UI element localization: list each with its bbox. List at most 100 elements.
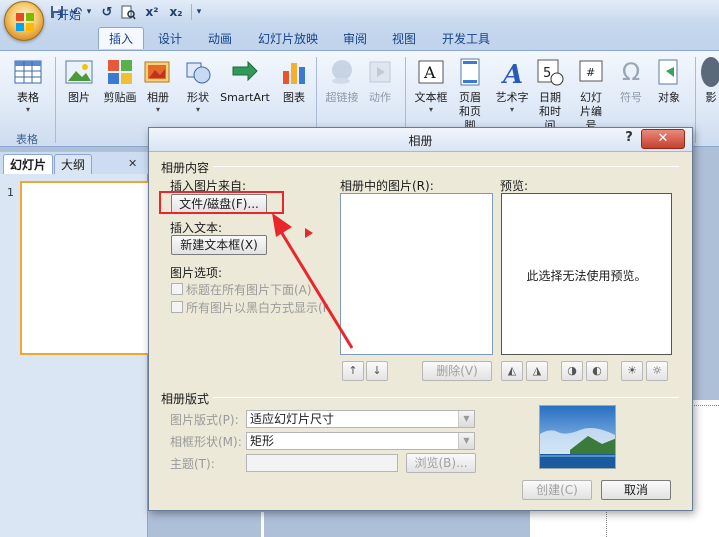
smartart-button-label: SmartArt: [220, 91, 270, 104]
header-footer-icon: [460, 58, 480, 86]
preview-message: 此选择无法使用预览。: [526, 269, 647, 283]
redo-icon[interactable]: ↺: [98, 3, 116, 21]
action-button-label: 动作: [369, 91, 391, 104]
contrast-down-icon[interactable]: ◐: [586, 361, 608, 381]
picture-button-label: 图片: [68, 91, 90, 104]
picture-button[interactable]: 图片: [57, 57, 101, 105]
picture-layout-value: 适应幻灯片尺寸: [250, 412, 335, 426]
object-button[interactable]: 对象: [647, 57, 691, 105]
chevron-down-icon: ▼: [458, 411, 474, 427]
rotate-left-icon[interactable]: ◭: [501, 361, 523, 381]
slide-number-button[interactable]: # 幻灯片编号: [570, 57, 612, 133]
wordart-button[interactable]: A 艺术字 ▾: [490, 57, 534, 115]
theme-input[interactable]: [246, 454, 398, 472]
tab-developer[interactable]: 开发工具: [432, 28, 500, 50]
contrast-up-icon[interactable]: ◑: [561, 361, 583, 381]
black-white-checkbox[interactable]: [171, 301, 183, 313]
svg-text:#: #: [586, 66, 595, 79]
tab-home[interactable]: 开始: [47, 4, 91, 26]
table-button-label: 表格: [17, 91, 39, 104]
object-icon: [658, 59, 678, 85]
create-button[interactable]: 创建(C): [522, 480, 592, 500]
object-button-label: 对象: [658, 91, 680, 104]
smartart-icon: [232, 60, 258, 82]
wordart-button-label: 艺术字: [495, 91, 529, 104]
album-button[interactable]: 相册 ▾: [136, 57, 180, 115]
textbox-button[interactable]: A 文本框 ▾: [409, 57, 453, 115]
move-up-button[interactable]: ↑: [342, 361, 364, 381]
chart-icon: [283, 63, 305, 84]
tab-outline[interactable]: 大纲: [54, 154, 93, 174]
group-separator: [55, 57, 56, 143]
header-footer-button[interactable]: 页眉和页脚: [449, 57, 491, 133]
shapes-icon: [186, 62, 211, 84]
section-divider: [213, 166, 679, 167]
slide-number: 1: [7, 186, 14, 199]
layout-preview-image: [539, 405, 616, 469]
symbol-icon: Ω: [621, 58, 641, 86]
tab-insert[interactable]: 插入: [98, 27, 145, 49]
action-button[interactable]: 动作: [358, 57, 402, 105]
office-button[interactable]: [4, 1, 44, 41]
subscript-icon[interactable]: x₂: [165, 3, 187, 21]
table-button[interactable]: 表格 ▾: [6, 57, 50, 115]
table-group-label: 表格: [16, 133, 38, 146]
browse-button[interactable]: 浏览(B)...: [406, 453, 476, 473]
tab-slide-show[interactable]: 幻灯片放映: [248, 28, 328, 50]
album-dropdown-icon: ▾: [155, 105, 160, 114]
tab-animations[interactable]: 动画: [198, 28, 242, 50]
chart-button[interactable]: 图表: [272, 57, 316, 105]
office-logo-icon: [16, 13, 34, 31]
frame-shape-value: 矩形: [250, 434, 275, 448]
tab-view[interactable]: 视图: [382, 28, 426, 50]
chevron-down-icon: ▼: [458, 433, 474, 449]
move-down-button[interactable]: ↓: [366, 361, 388, 381]
datetime-button[interactable]: 5 日期和时间: [530, 57, 570, 133]
table-icon: [14, 60, 42, 84]
guide-line: [606, 512, 607, 537]
separator: [191, 4, 192, 20]
shapes-dropdown-icon: ▾: [195, 105, 200, 114]
datetime-icon: 5: [537, 59, 564, 86]
superscript-icon[interactable]: x²: [141, 3, 163, 21]
smartart-button[interactable]: SmartArt: [218, 57, 272, 105]
rotate-right-icon[interactable]: ◮: [526, 361, 548, 381]
picture-layout-select[interactable]: 适应幻灯片尺寸 ▼: [246, 410, 475, 428]
customize-toolbar-icon[interactable]: ▾: [194, 3, 204, 21]
pane-close-icon[interactable]: ✕: [128, 157, 137, 170]
media-button[interactable]: 影: [700, 57, 719, 105]
shapes-button[interactable]: 形状 ▾: [176, 57, 220, 115]
insert-text-label: 插入文本:: [170, 221, 223, 235]
remove-button[interactable]: 删除(V): [422, 361, 492, 381]
picture-icon: [65, 60, 93, 84]
photo-album-dialog: 相册 ? ✕ 相册内容 插入图片来自: 文件/磁盘(F)... 插入文本: 新建…: [148, 127, 693, 511]
slide-thumbnail[interactable]: [20, 181, 150, 355]
album-icon: [144, 61, 170, 83]
hyperlink-icon: [332, 60, 352, 84]
pictures-in-album-label: 相册中的图片(R):: [340, 179, 434, 193]
album-button-label: 相册: [147, 91, 169, 104]
frame-shape-select[interactable]: 矩形 ▼: [246, 432, 475, 450]
album-layout-heading: 相册版式: [161, 392, 210, 406]
print-preview-icon[interactable]: [119, 3, 137, 21]
brightness-up-icon[interactable]: ☀: [621, 361, 643, 381]
textbox-button-label: 文本框: [414, 91, 448, 104]
close-button[interactable]: ✕: [641, 129, 685, 149]
tab-slides[interactable]: 幻灯片: [3, 154, 54, 174]
slide-number-icon: #: [579, 60, 603, 82]
caption-checkbox[interactable]: [171, 283, 183, 295]
cancel-button[interactable]: 取消: [601, 480, 671, 500]
tab-design[interactable]: 设计: [148, 28, 192, 50]
media-button-label: 影: [705, 91, 717, 104]
group-separator: [695, 57, 696, 143]
svg-text:A: A: [423, 63, 436, 82]
table-dropdown-icon: ▾: [25, 105, 30, 114]
new-textbox-button[interactable]: 新建文本框(X): [171, 235, 267, 255]
guide-line: [690, 405, 719, 406]
brightness-down-icon[interactable]: ☼: [646, 361, 668, 381]
help-icon[interactable]: ?: [621, 130, 637, 148]
chart-button-label: 图表: [283, 91, 305, 104]
tab-review[interactable]: 审阅: [333, 28, 377, 50]
picture-layout-label: 图片版式(P):: [170, 413, 239, 427]
theme-label: 主题(T):: [170, 457, 215, 471]
